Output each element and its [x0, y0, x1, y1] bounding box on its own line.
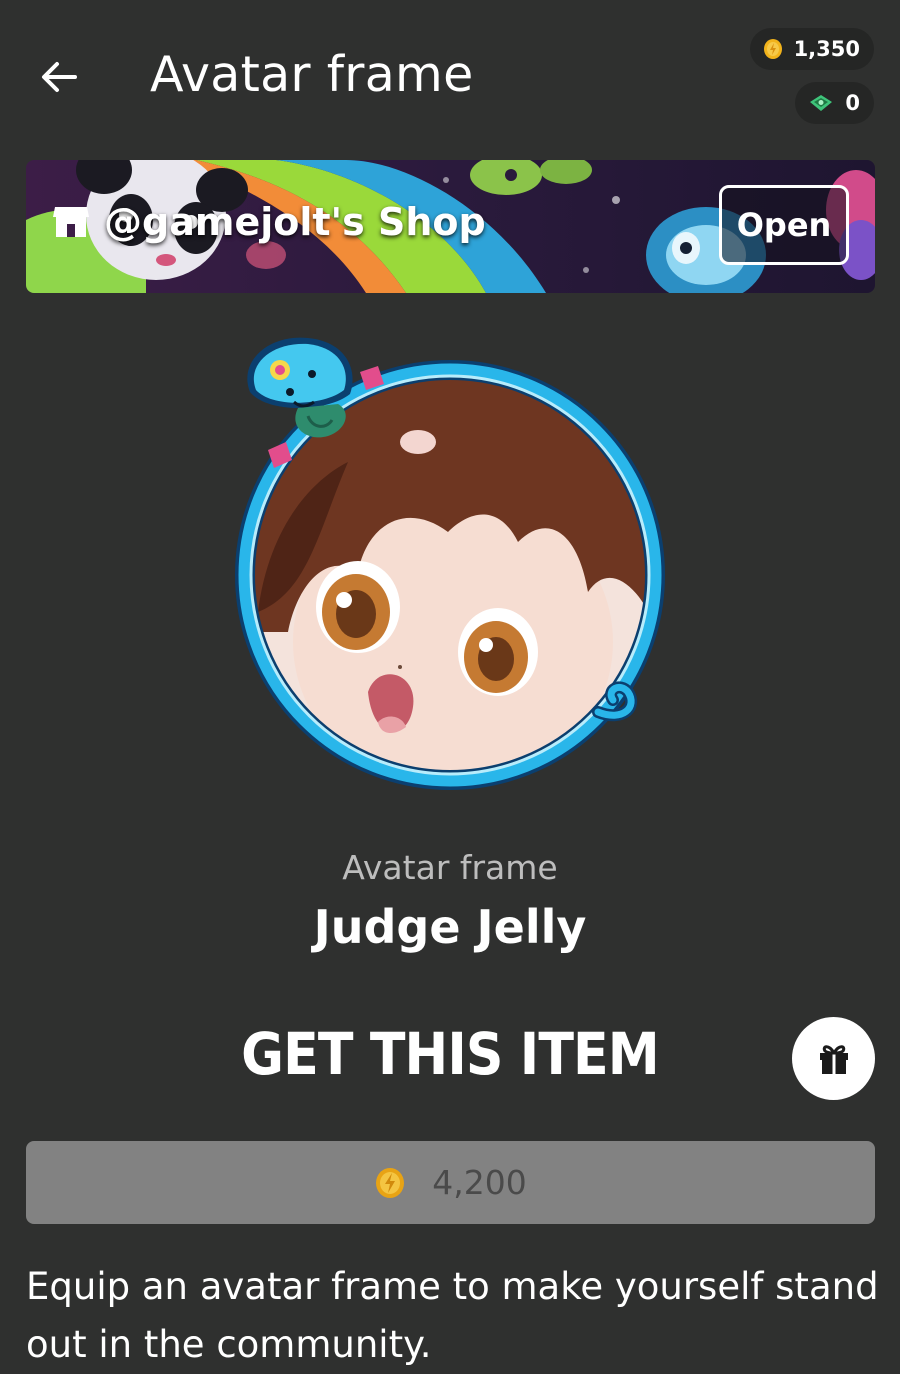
gift-button[interactable] [792, 1017, 875, 1100]
coin-icon [762, 38, 784, 60]
cash-icon [807, 92, 835, 114]
open-shop-button[interactable]: Open [719, 185, 849, 265]
item-name: Judge Jelly [313, 900, 587, 954]
page-title: Avatar frame [150, 46, 474, 103]
gem-count: 0 [845, 91, 860, 115]
shop-name-label: @gamejolt's Shop [104, 200, 486, 244]
item-type-label: Avatar frame [342, 848, 558, 887]
avatar-frame-preview [228, 332, 678, 802]
item-description: Equip an avatar frame to make yourself s… [26, 1265, 879, 1366]
jelly-character [247, 337, 353, 438]
shop-name: @gamejolt's Shop [52, 200, 486, 244]
back-button[interactable] [34, 52, 84, 102]
coin-balance[interactable]: 1,350 [749, 28, 874, 70]
coin-icon [374, 1166, 406, 1200]
store-icon [52, 205, 90, 239]
gem-balance[interactable]: 0 [795, 82, 874, 124]
arrow-left-icon [42, 62, 77, 92]
header: Avatar frame 1,350 0 [0, 0, 900, 150]
purchase-button[interactable]: 4,200 [26, 1141, 875, 1224]
price-value: 4,200 [432, 1163, 527, 1202]
get-item-heading: GET THIS ITEM [241, 1020, 660, 1088]
shop-banner[interactable]: @gamejolt's Shop Open [26, 160, 875, 293]
gift-icon [819, 1044, 848, 1074]
coin-count: 1,350 [793, 37, 860, 61]
